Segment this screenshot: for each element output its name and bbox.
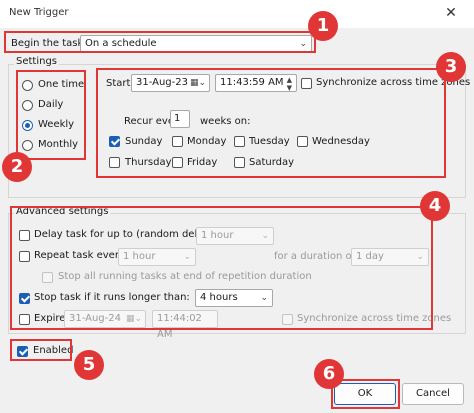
badge-6: 6 bbox=[314, 359, 344, 389]
badge-3: 3 bbox=[436, 52, 466, 82]
badge-2: 2 bbox=[2, 152, 32, 182]
annotation-box-6 bbox=[331, 379, 400, 409]
title-bar: New Trigger ✕ bbox=[0, 0, 474, 28]
annotation-box-4 bbox=[10, 206, 433, 330]
settings-group-label-overlay: Settings bbox=[14, 56, 60, 67]
annotation-box-5 bbox=[10, 339, 72, 361]
badge-1: 1 bbox=[308, 11, 338, 41]
cancel-button[interactable]: Cancel bbox=[402, 383, 464, 405]
window-title: New Trigger bbox=[9, 7, 69, 18]
annotation-box-1 bbox=[4, 31, 316, 53]
close-icon[interactable]: ✕ bbox=[440, 4, 462, 22]
badge-4: 4 bbox=[420, 191, 450, 221]
annotation-box-3 bbox=[96, 68, 446, 178]
annotation-box-2 bbox=[16, 70, 86, 160]
badge-5: 5 bbox=[74, 350, 104, 380]
